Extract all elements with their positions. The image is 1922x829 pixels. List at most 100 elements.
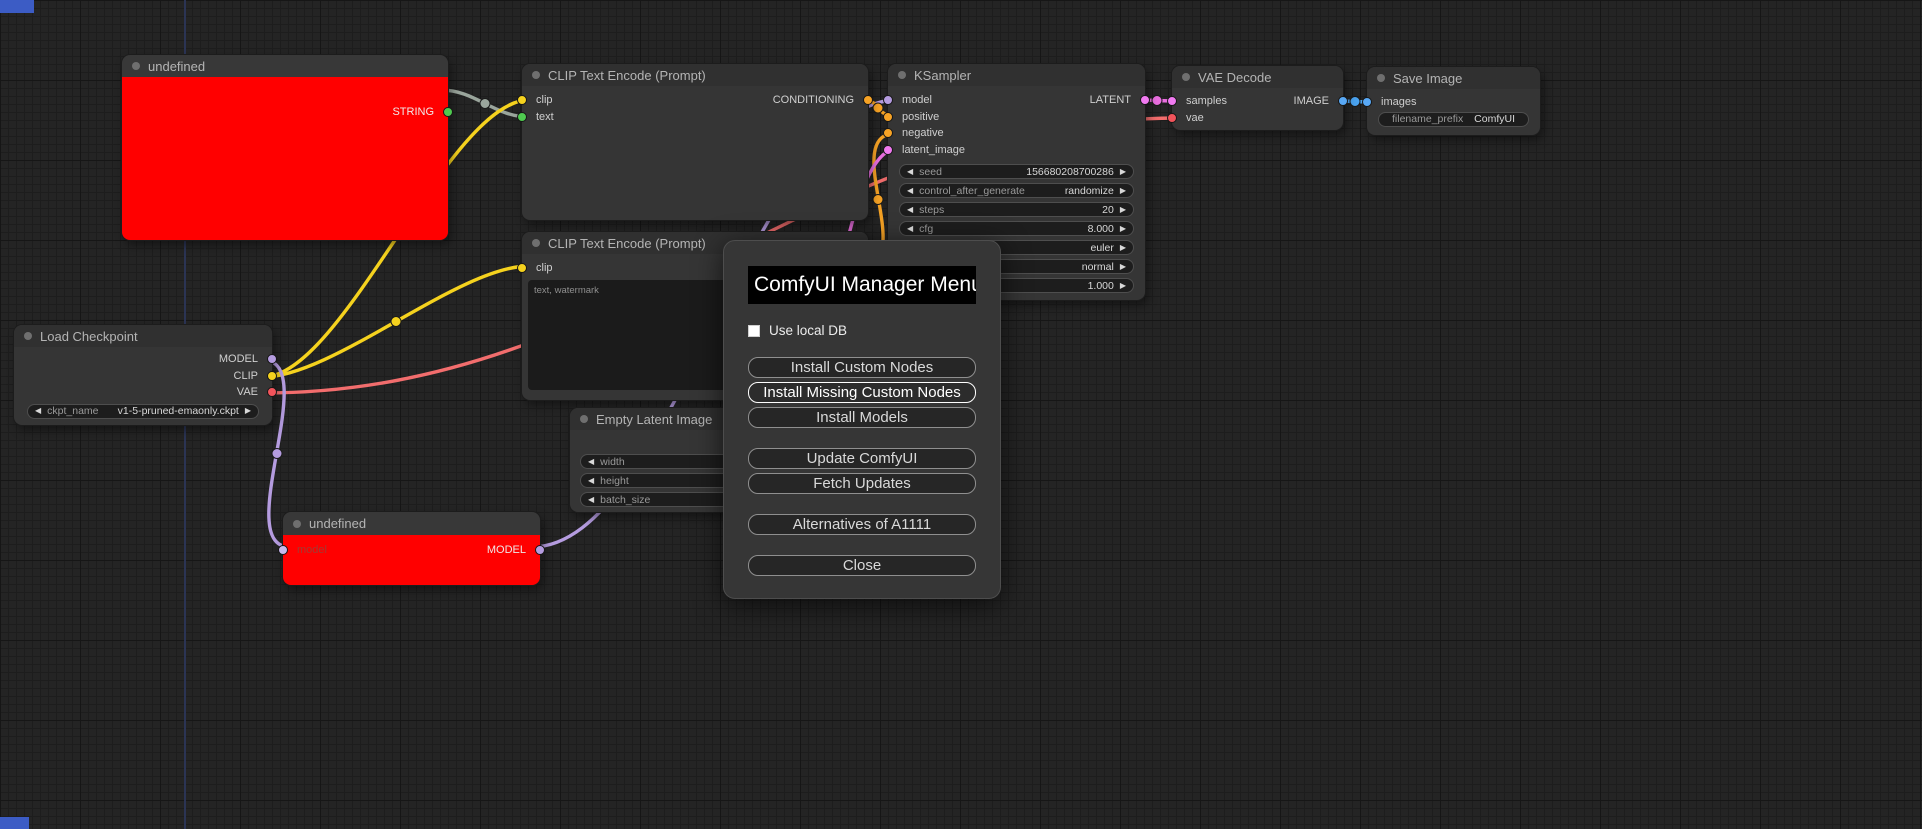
- widget-control-after-generate[interactable]: ◀ control_after_generate randomize ▶: [899, 183, 1134, 198]
- increment-arrow-icon[interactable]: ▶: [1120, 281, 1126, 290]
- input-label: negative: [902, 127, 944, 140]
- collapse-dot-icon[interactable]: [293, 519, 301, 528]
- input-label: model: [902, 94, 932, 107]
- node-load-checkpoint[interactable]: Load Checkpoint MODEL CLIP VAE ◀ ckpt_na…: [14, 325, 277, 425]
- collapse-dot-icon[interactable]: [532, 71, 540, 79]
- widget-label: seed: [919, 165, 942, 178]
- node-title: Load Checkpoint: [40, 328, 138, 344]
- output-label: CONDITIONING: [772, 94, 854, 107]
- input-slot-positive[interactable]: [883, 111, 893, 122]
- input-label: model: [297, 544, 327, 557]
- decrement-arrow-icon[interactable]: ◀: [907, 205, 913, 214]
- decrement-arrow-icon[interactable]: ◀: [907, 224, 913, 233]
- fetch-updates-button[interactable]: Fetch Updates: [748, 473, 976, 494]
- output-label: STRING: [392, 106, 434, 119]
- widget-value: euler: [1090, 241, 1114, 254]
- output-slot-conditioning[interactable]: [863, 95, 873, 106]
- widget-steps[interactable]: ◀ steps 20 ▶: [899, 202, 1134, 217]
- node-title-bar[interactable]: CLIP Text Encode (Prompt): [522, 64, 868, 86]
- link-midpoint-dot: [479, 98, 491, 109]
- update-comfyui-button[interactable]: Update ComfyUI: [748, 448, 976, 469]
- widget-label: ckpt_name: [47, 405, 99, 417]
- use-local-db-label: Use local DB: [769, 323, 848, 338]
- collapse-dot-icon[interactable]: [24, 332, 32, 340]
- widget-value: 8.000: [1087, 222, 1114, 235]
- node-clip-text-encode-1[interactable]: CLIP Text Encode (Prompt) clip CONDITION…: [517, 64, 873, 220]
- widget-label: width: [600, 455, 625, 468]
- increment-arrow-icon[interactable]: ▶: [1120, 205, 1126, 214]
- node-title-bar[interactable]: KSampler: [888, 64, 1145, 86]
- input-slot-clip[interactable]: [517, 95, 527, 106]
- input-slot-model[interactable]: [278, 545, 288, 556]
- node-undefined-text[interactable]: undefined STRING: [122, 55, 453, 240]
- link-midpoint-dot: [872, 194, 884, 205]
- link-midpoint-dot: [390, 316, 402, 327]
- install-custom-nodes-button[interactable]: Install Custom Nodes: [748, 357, 976, 378]
- node-error-body: [122, 77, 448, 240]
- input-slot-negative[interactable]: [883, 128, 893, 139]
- decrement-arrow-icon[interactable]: ◀: [588, 495, 594, 504]
- node-canvas[interactable]: undefined STRING CLIP Text Encode (Promp…: [0, 0, 1922, 829]
- output-slot-image[interactable]: [1338, 96, 1348, 107]
- decrement-arrow-icon[interactable]: ◀: [907, 167, 913, 176]
- node-title: undefined: [309, 516, 367, 531]
- node-title-bar[interactable]: VAE Decode: [1172, 66, 1343, 88]
- input-label: samples: [1186, 95, 1227, 108]
- input-slot-vae[interactable]: [1167, 112, 1177, 123]
- input-slot-model[interactable]: [883, 95, 893, 106]
- increment-arrow-icon[interactable]: ▶: [1120, 167, 1126, 176]
- widget-seed[interactable]: ◀ seed 156680208700286 ▶: [899, 164, 1134, 179]
- decrement-arrow-icon[interactable]: ◀: [907, 186, 913, 195]
- output-slot-string[interactable]: [443, 107, 453, 118]
- input-slot-clip[interactable]: [517, 263, 527, 274]
- input-label: images: [1381, 96, 1417, 109]
- node-title-bar[interactable]: Load Checkpoint: [14, 325, 272, 347]
- node-title: VAE Decode: [1198, 69, 1272, 85]
- input-slot-samples[interactable]: [1167, 96, 1177, 107]
- use-local-db-checkbox[interactable]: [748, 324, 760, 337]
- comfyui-manager-dialog: ComfyUI Manager Menu Use local DB Instal…: [723, 240, 1001, 599]
- collapse-dot-icon[interactable]: [1182, 73, 1190, 81]
- output-slot-vae[interactable]: [267, 387, 277, 398]
- node-title-bar[interactable]: Save Image: [1367, 67, 1540, 89]
- decrement-arrow-icon[interactable]: ◀: [588, 457, 594, 466]
- collapse-dot-icon[interactable]: [532, 239, 540, 247]
- widget-value: 1.000: [1087, 279, 1114, 292]
- install-missing-custom-nodes-button[interactable]: Install Missing Custom Nodes: [748, 382, 976, 403]
- widget-value: 156680208700286: [1026, 165, 1114, 178]
- widget-value: normal: [1081, 260, 1114, 273]
- install-models-button[interactable]: Install Models: [748, 407, 976, 428]
- close-button[interactable]: Close: [748, 555, 976, 576]
- widget-cfg[interactable]: ◀ cfg 8.000 ▶: [899, 221, 1134, 236]
- node-undefined-model[interactable]: undefined model MODEL: [278, 512, 545, 585]
- collapse-dot-icon[interactable]: [1377, 74, 1385, 82]
- collapse-dot-icon[interactable]: [132, 62, 140, 70]
- input-slot-images[interactable]: [1362, 97, 1372, 108]
- increment-arrow-icon[interactable]: ▶: [1120, 224, 1126, 233]
- node-vae-decode[interactable]: VAE Decode samples IMAGE vae: [1167, 66, 1348, 130]
- node-title: Save Image: [1393, 70, 1463, 86]
- collapse-dot-icon[interactable]: [580, 415, 588, 423]
- alternatives-of-a1111-button[interactable]: Alternatives of A1111: [748, 514, 976, 535]
- node-title-bar[interactable]: undefined: [122, 55, 448, 77]
- increment-arrow-icon[interactable]: ▶: [1120, 262, 1126, 271]
- increment-arrow-icon[interactable]: ▶: [245, 407, 251, 415]
- widget-ckpt-name[interactable]: ◀ ckpt_name v1-5-pruned-emaonly.ckpt ▶: [27, 403, 259, 419]
- widget-label: steps: [919, 203, 945, 216]
- collapse-dot-icon[interactable]: [898, 71, 906, 79]
- node-title: CLIP Text Encode (Prompt): [548, 235, 706, 251]
- decrement-arrow-icon[interactable]: ◀: [35, 407, 41, 415]
- increment-arrow-icon[interactable]: ▶: [1120, 186, 1126, 195]
- node-title-bar[interactable]: undefined: [283, 512, 540, 535]
- output-slot-model[interactable]: [267, 354, 277, 365]
- input-slot-latent-image[interactable]: [883, 144, 893, 155]
- widget-filename-prefix[interactable]: filename_prefix ComfyUI: [1378, 111, 1529, 127]
- output-slot-model[interactable]: [535, 545, 545, 556]
- decrement-arrow-icon[interactable]: ◀: [588, 476, 594, 485]
- increment-arrow-icon[interactable]: ▶: [1120, 243, 1126, 252]
- node-save-image[interactable]: Save Image images filename_prefix ComfyU…: [1362, 67, 1540, 135]
- output-slot-clip[interactable]: [267, 370, 277, 381]
- input-slot-text[interactable]: [517, 111, 527, 122]
- output-label: IMAGE: [1293, 95, 1329, 108]
- output-slot-latent[interactable]: [1140, 95, 1150, 106]
